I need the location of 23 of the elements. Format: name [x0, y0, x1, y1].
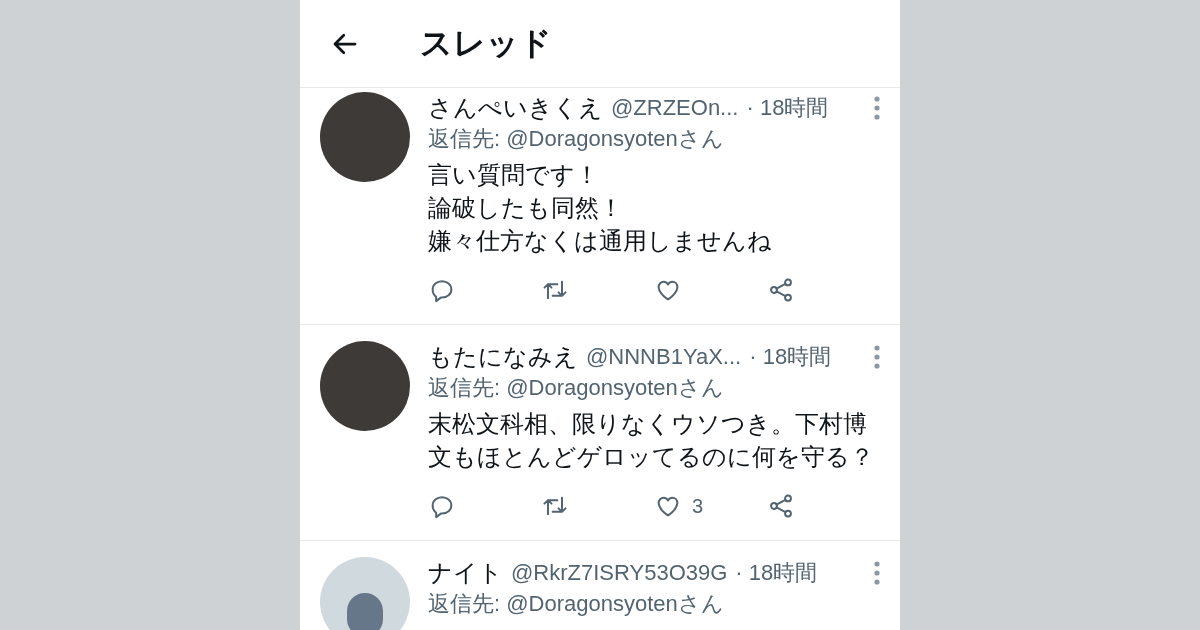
user-name[interactable]: さんぺいきくえ: [428, 92, 603, 124]
tweet-text: 論破したも同然！: [428, 193, 624, 223]
more-options-icon[interactable]: [874, 96, 880, 120]
more-options-icon[interactable]: [874, 561, 880, 585]
tweet-text: 言い質問です！: [428, 160, 600, 190]
more-options-icon[interactable]: [874, 345, 880, 369]
timestamp: · 18時間: [735, 559, 818, 587]
share-icon[interactable]: [767, 276, 795, 304]
tweet-text: 末松文科相、限りなくウソつき。下村博文もほとんどゲロッてるのに何を守る？: [428, 409, 875, 472]
reply-to-text: 返信先: @Doragonsyotenさん: [428, 590, 725, 618]
share-icon[interactable]: [767, 492, 795, 520]
user-name[interactable]: ナイト: [428, 557, 503, 589]
like-count: 3: [692, 494, 704, 518]
timestamp: · 18時間: [749, 343, 832, 371]
user-name[interactable]: もたになみえ: [428, 341, 578, 373]
timestamp: · 18時間: [746, 94, 829, 122]
user-handle: @NNNB1YaX...: [586, 344, 742, 370]
user-handle: @ZRZEOn...: [611, 95, 739, 121]
user-handle: @RkrZ7ISRY53O39G: [511, 560, 728, 586]
reply-to-text: 返信先: @Doragonsyotenさん: [428, 125, 725, 153]
tweet-text: 嫌々仕方なくは通用しませんね: [428, 226, 773, 256]
page-title: スレッド: [420, 23, 552, 63]
reply-to-text: 返信先: @Doragonsyotenさん: [428, 374, 725, 402]
